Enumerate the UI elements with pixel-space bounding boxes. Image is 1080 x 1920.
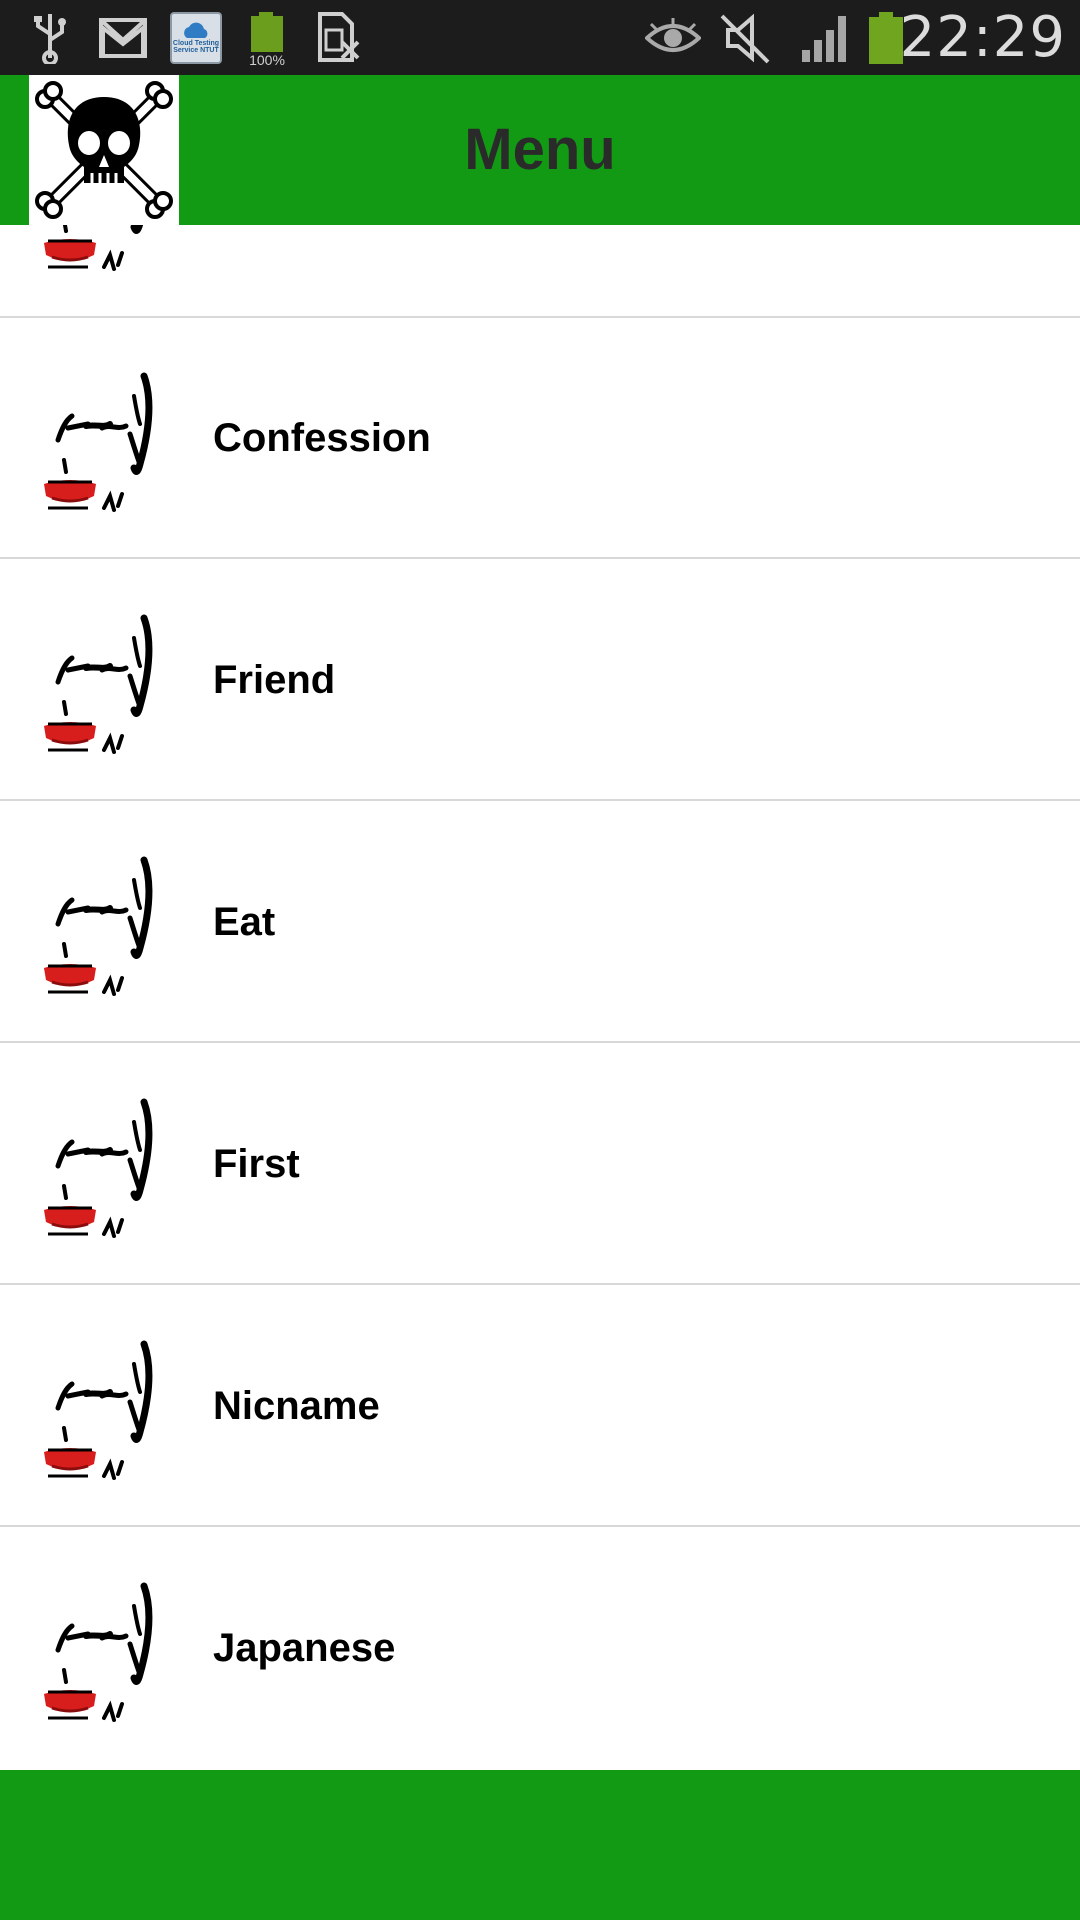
page-title: Menu [464, 117, 616, 182]
status-bar: Cloud Testing Service NTUT 100% 22:29 [0, 0, 1080, 75]
bottom-bar [0, 1770, 1080, 1920]
gmail-icon [98, 10, 148, 66]
mute-icon [720, 10, 772, 66]
signal-icon [800, 10, 854, 66]
list-item-label: Confession [213, 416, 431, 460]
list-item[interactable]: Nicname [0, 1286, 1080, 1527]
face-drawing-icon [44, 1336, 164, 1486]
face-drawing-icon [44, 1094, 164, 1244]
face-drawing-icon [44, 368, 164, 518]
battery-app-icon: 100% [245, 10, 289, 68]
list-item[interactable]: First [0, 1044, 1080, 1285]
list-item-label: Eat [213, 900, 276, 944]
face-drawing-icon [44, 610, 164, 760]
face-drawing-icon [44, 1578, 164, 1728]
list-item[interactable]: Friend [0, 560, 1080, 801]
usb-icon [30, 10, 70, 66]
list-item[interactable]: Eat [0, 802, 1080, 1043]
list-item-label: First [213, 1142, 300, 1186]
list-item[interactable] [0, 225, 1080, 318]
list-item[interactable]: Japanese [0, 1528, 1080, 1769]
list-item[interactable]: Confession [0, 318, 1080, 559]
no-sim-icon [316, 10, 360, 66]
list-item-label: Friend [213, 658, 336, 702]
app-bar: Menu [0, 75, 1080, 225]
menu-list: Confession Friend Eat First Nicname Japa… [0, 225, 1080, 1770]
face-drawing-icon [44, 225, 164, 277]
cloud-testing-app-icon: Cloud Testing Service NTUT [168, 10, 224, 66]
face-drawing-icon [44, 852, 164, 1002]
eye-icon [645, 10, 701, 66]
list-item-label: Japanese [213, 1626, 396, 1670]
list-item-label: Nicname [213, 1384, 380, 1428]
clock: 22:29 [899, 5, 1066, 70]
